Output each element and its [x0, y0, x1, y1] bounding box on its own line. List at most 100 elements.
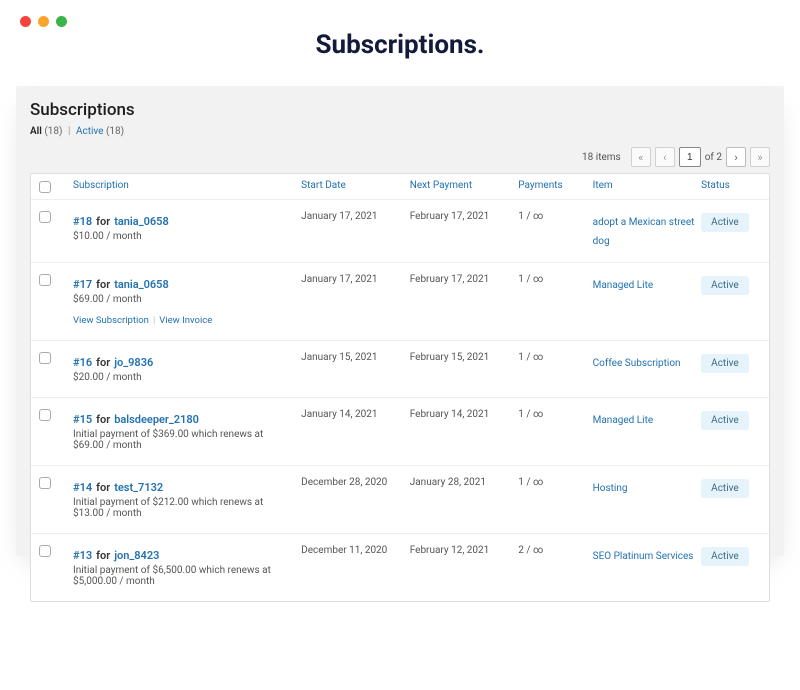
price-text: Initial payment of $6,500.00 which renew… [73, 565, 295, 587]
filter-separator: | [68, 126, 70, 137]
payments-cell: 2 / ∞ [518, 544, 586, 558]
payments-cell: 1 / ∞ [518, 476, 586, 490]
item-link[interactable]: Managed Lite [593, 280, 654, 291]
subscription-cell: #13 for jon_8423Initial payment of $6,50… [73, 544, 295, 587]
last-page-button[interactable]: » [750, 147, 770, 167]
payments-cell: 1 / ∞ [518, 408, 586, 422]
row-action-links: View Subscription|View Invoice [73, 315, 295, 326]
next-page-button[interactable]: › [726, 147, 746, 167]
status-badge: Active [701, 354, 749, 373]
table-header-row: Subscription Start Date Next Payment Pay… [31, 174, 769, 200]
row-checkbox[interactable] [39, 352, 51, 364]
status-cell: Active [701, 544, 761, 566]
col-item[interactable]: Item [593, 180, 696, 191]
next-payment-cell: February 12, 2021 [410, 544, 513, 558]
col-start-date[interactable]: Start Date [301, 180, 404, 191]
for-word: for [96, 413, 110, 426]
page-number-input[interactable] [679, 147, 701, 167]
user-link[interactable]: jon_8423 [114, 549, 159, 562]
status-cell: Active [701, 273, 761, 295]
view-subscription-link[interactable]: View Subscription [73, 315, 149, 326]
item-link[interactable]: adopt a Mexican street dog [593, 217, 695, 247]
subscription-cell: #15 for balsdeeper_2180Initial payment o… [73, 408, 295, 451]
for-word: for [96, 356, 110, 369]
pagination-bar: 18 items « ‹ of 2 › » [30, 147, 770, 167]
order-id-link[interactable]: #17 [73, 278, 92, 291]
row-checkbox[interactable] [39, 211, 51, 223]
first-page-button[interactable]: « [631, 147, 651, 167]
status-cell: Active [701, 351, 761, 373]
user-link[interactable]: test_7132 [114, 481, 163, 494]
table-row: #14 for test_7132Initial payment of $212… [31, 466, 769, 534]
col-payments[interactable]: Payments [518, 180, 586, 191]
table-row: #13 for jon_8423Initial payment of $6,50… [31, 534, 769, 601]
subscription-cell: #16 for jo_9836 $20.00 / month [73, 351, 295, 383]
order-id-link[interactable]: #16 [73, 356, 92, 369]
status-badge: Active [701, 411, 749, 430]
row-checkbox[interactable] [39, 477, 51, 489]
view-invoice-link[interactable]: View Invoice [159, 315, 212, 326]
close-dot-icon [20, 16, 31, 27]
order-id-link[interactable]: #15 [73, 413, 92, 426]
page-of-label: of 2 [705, 152, 722, 163]
subscription-cell: #14 for test_7132Initial payment of $212… [73, 476, 295, 519]
order-id-link[interactable]: #13 [73, 549, 92, 562]
next-payment-cell: February 17, 2021 [410, 210, 513, 224]
col-status[interactable]: Status [701, 180, 761, 191]
item-link[interactable]: Managed Lite [593, 415, 654, 426]
price-text: $69.00 / month [73, 294, 295, 305]
window-controls [20, 16, 67, 27]
item-cell: Hosting [593, 476, 696, 495]
status-badge: Active [701, 213, 749, 232]
status-cell: Active [701, 408, 761, 430]
item-cell: SEO Platinum Services [593, 544, 696, 563]
for-word: for [96, 278, 110, 291]
start-date-cell: January 17, 2021 [301, 210, 404, 224]
item-cell: Managed Lite [593, 273, 696, 292]
item-link[interactable]: Hosting [593, 483, 628, 494]
prev-page-button[interactable]: ‹ [655, 147, 675, 167]
user-link[interactable]: jo_9836 [114, 356, 153, 369]
minimize-dot-icon [38, 16, 49, 27]
table-row: #15 for balsdeeper_2180Initial payment o… [31, 398, 769, 466]
user-link[interactable]: tania_0658 [114, 215, 169, 228]
table-row: #18 for tania_0658 $10.00 / month January … [31, 200, 769, 263]
start-date-cell: January 15, 2021 [301, 351, 404, 365]
for-word: for [96, 215, 110, 228]
status-cell: Active [701, 210, 761, 232]
col-next-payment[interactable]: Next Payment [410, 180, 513, 191]
subscriptions-panel: Subscriptions All (18) | Active (18) 18 … [16, 86, 784, 556]
filter-active-count: (18) [106, 126, 124, 137]
start-date-cell: January 14, 2021 [301, 408, 404, 422]
price-text: $10.00 / month [73, 231, 295, 242]
next-payment-cell: February 14, 2021 [410, 408, 513, 422]
subscriptions-table: Subscription Start Date Next Payment Pay… [30, 173, 770, 602]
item-cell: adopt a Mexican street dog [593, 210, 696, 248]
table-row: #17 for tania_0658 $69.00 / month View Sub… [31, 263, 769, 341]
status-badge: Active [701, 479, 749, 498]
user-link[interactable]: tania_0658 [114, 278, 169, 291]
filter-active-link[interactable]: Active [76, 126, 104, 137]
item-link[interactable]: Coffee Subscription [593, 358, 681, 369]
next-payment-cell: February 17, 2021 [410, 273, 513, 287]
panel-heading: Subscriptions [30, 100, 770, 120]
subscription-cell: #17 for tania_0658 $69.00 / month View Sub… [73, 273, 295, 326]
payments-cell: 1 / ∞ [518, 210, 586, 224]
col-subscription[interactable]: Subscription [73, 180, 295, 191]
user-link[interactable]: balsdeeper_2180 [114, 413, 199, 426]
row-checkbox[interactable] [39, 274, 51, 286]
filter-all-count: (18) [44, 126, 62, 137]
price-text: $20.00 / month [73, 372, 295, 383]
status-cell: Active [701, 476, 761, 498]
row-checkbox[interactable] [39, 545, 51, 557]
row-checkbox[interactable] [39, 409, 51, 421]
filter-all-link[interactable]: All [30, 126, 42, 137]
payments-cell: 1 / ∞ [518, 273, 586, 287]
item-link[interactable]: SEO Platinum Services [593, 551, 694, 562]
status-badge: Active [701, 276, 749, 295]
order-id-link[interactable]: #14 [73, 481, 92, 494]
start-date-cell: December 28, 2020 [301, 476, 404, 490]
order-id-link[interactable]: #18 [73, 215, 92, 228]
select-all-checkbox[interactable] [39, 181, 51, 193]
payments-cell: 1 / ∞ [518, 351, 586, 365]
